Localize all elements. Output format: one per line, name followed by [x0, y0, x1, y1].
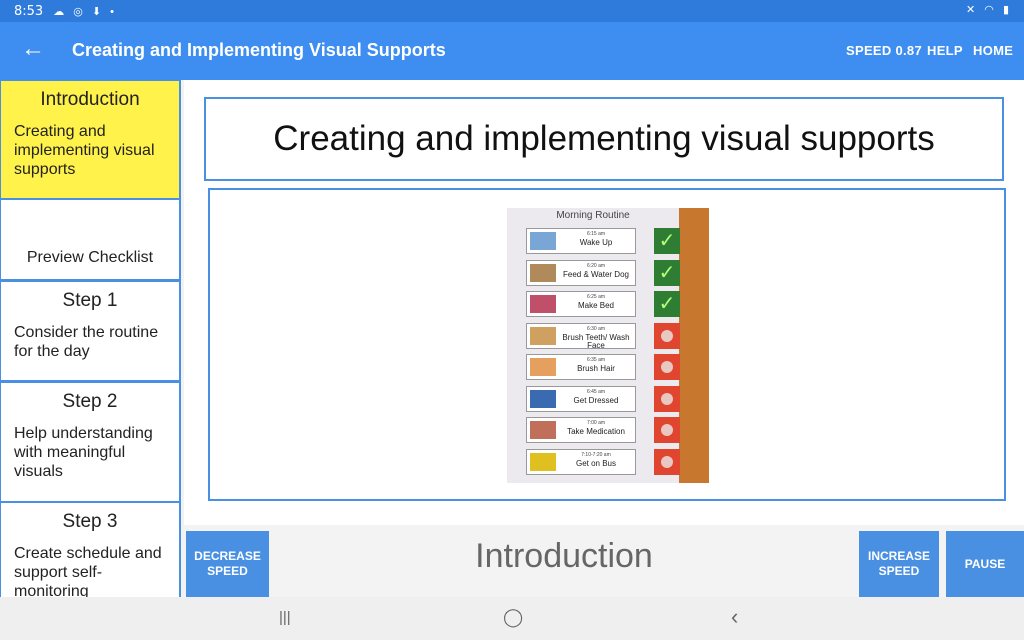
card-picture — [530, 452, 556, 471]
sidebar-item-preview-checklist[interactable]: Preview Checklist — [1, 200, 179, 279]
card-picture — [530, 232, 556, 250]
sidebar-item-step-3[interactable]: Step 3 Create schedule and support self-… — [1, 503, 179, 597]
card-time: 6:25 am — [586, 294, 606, 300]
checkmark-icon: ✓ — [654, 228, 680, 254]
pending-marker — [654, 417, 680, 443]
slide-title-box: Creating and implementing visual support… — [204, 97, 1004, 181]
sidebar-item-heading: Step 1 — [62, 290, 118, 311]
notification-icons: ☁ ◎ ⬇ • — [53, 5, 118, 18]
card-picture — [530, 263, 556, 282]
sidebar-item-introduction[interactable]: Introduction Creating and implementing v… — [1, 81, 179, 198]
sidebar-item-description: Help understanding with meaningful visua… — [14, 425, 153, 480]
sidebar-item-description: Consider the routine for the day — [14, 324, 159, 360]
system-status-icons: ✕ ◠ ▮ — [966, 4, 1012, 16]
schedule-card: 6:25 am Make Bed — [526, 291, 636, 317]
slide-image-frame: Morning Routine 6:15 am Wake Up 6:20 am Fee… — [208, 188, 1006, 501]
card-picture — [530, 358, 556, 376]
card-label: Take Medication — [567, 427, 625, 436]
app-title: Creating and Implementing Visual Support… — [72, 40, 446, 60]
sidebar-item-step-2[interactable]: Step 2 Help understanding with meaningfu… — [1, 383, 179, 501]
sidebar-item-heading: Step 2 — [62, 391, 118, 412]
sidebar-item-description: Creating and implementing visual support… — [14, 123, 155, 178]
schedule-card: 6:30 am Brush Teeth/ Wash Face — [526, 322, 636, 350]
card-time: 6:15 am — [586, 231, 606, 237]
card-time: 6:30 am — [586, 325, 606, 332]
card-label: Brush Hair — [577, 364, 615, 373]
schedule-card: 7:10-7:20 am Get on Bus — [526, 448, 636, 475]
card-label: Make Bed — [577, 301, 615, 310]
increase-speed-button[interactable]: INCREASE SPEED — [859, 531, 939, 597]
status-bar: 8:53 ☁ ◎ ⬇ • ✕ ◠ ▮ — [0, 0, 1024, 22]
card-label: Feed & Water Dog — [563, 269, 629, 279]
back-arrow-icon[interactable]: ← — [20, 36, 46, 62]
home-button[interactable]: HOME — [973, 43, 1013, 58]
sidebar-item-description: Preview Checklist — [26, 249, 154, 266]
schedule-card: 6:45 am Get Dressed — [526, 385, 636, 412]
schedule-card: 6:20 am Feed & Water Dog — [526, 259, 636, 286]
sidebar-item-heading: Introduction — [40, 89, 140, 110]
card-picture — [530, 421, 556, 439]
pause-button[interactable]: PAUSE — [946, 531, 1024, 597]
pending-marker — [654, 448, 680, 475]
checkmark-icon: ✓ — [654, 259, 680, 286]
card-label: Wake Up — [579, 238, 613, 247]
pending-marker — [654, 322, 680, 349]
home-icon[interactable]: ◯ — [503, 607, 523, 628]
schedule-card: 7:00 am Take Medication — [526, 417, 636, 443]
card-label: Get on Bus — [575, 458, 617, 468]
sidebar-item-step-1[interactable]: Step 1 Consider the routine for the day — [1, 282, 179, 380]
app-bar: ← Creating and Implementing Visual Suppo… — [0, 22, 1024, 80]
card-label: Get Dressed — [573, 395, 619, 405]
recents-icon[interactable]: ||| — [279, 609, 291, 626]
board-title: Morning Routine — [556, 210, 630, 221]
main-content: Creating and implementing visual support… — [184, 80, 1024, 525]
schedule-card: 6:15 am Wake Up — [526, 228, 636, 254]
card-picture — [530, 389, 556, 408]
card-time: 7:10-7:20 am — [581, 451, 611, 458]
playback-controls: DECREASE SPEED Introduction INCREASE SPE… — [184, 525, 1024, 597]
status-time: 8:53 — [14, 3, 44, 19]
card-picture — [530, 295, 556, 313]
sidebar-item-heading: Step 3 — [62, 511, 118, 532]
card-time: 7:00 am — [586, 420, 606, 426]
help-button[interactable]: HELP — [927, 43, 963, 58]
section-title: Introduction — [475, 537, 653, 575]
slide-title: Creating and implementing visual support… — [273, 119, 935, 158]
sidebar-item-description: Create schedule and support self-monitor… — [14, 545, 162, 597]
card-time: 6:45 am — [586, 388, 606, 395]
pending-marker — [654, 385, 680, 412]
card-label: Brush Teeth/ Wash Face — [562, 332, 630, 350]
schedule-card: 6:35 am Brush Hair — [526, 354, 636, 380]
speed-indicator[interactable]: SPEED 0.87 — [846, 43, 922, 58]
sidebar: Introduction Creating and implementing v… — [0, 80, 181, 597]
morning-routine-photo: Morning Routine 6:15 am Wake Up 6:20 am Fee… — [507, 208, 709, 483]
pending-marker — [654, 354, 680, 380]
back-icon[interactable]: ‹ — [731, 604, 738, 630]
system-nav-bar: ||| ◯ ‹ — [0, 597, 1024, 640]
card-time: 6:35 am — [586, 357, 606, 363]
card-time: 6:20 am — [586, 262, 606, 269]
card-picture — [530, 326, 556, 345]
checkmark-icon: ✓ — [654, 291, 680, 317]
